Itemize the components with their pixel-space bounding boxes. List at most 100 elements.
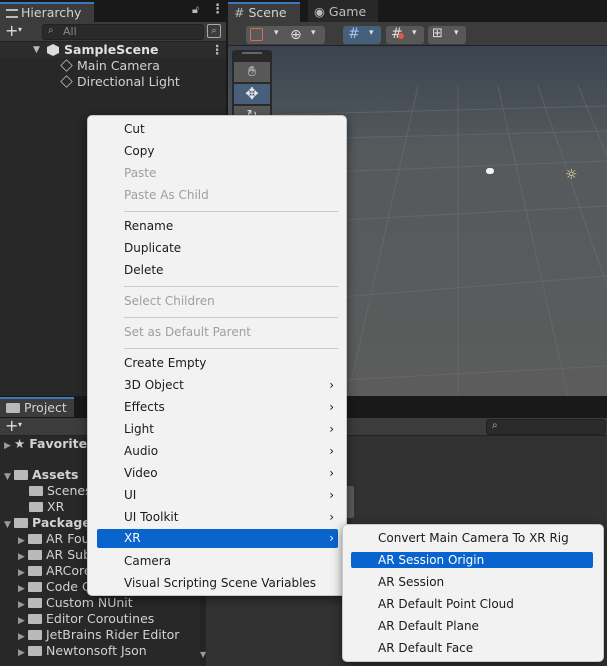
menu-separator [124,211,338,212]
tree-item-label: AR Sub [46,547,92,562]
menu-item-ar-session[interactable]: AR Session [351,572,593,592]
hierarchy-search-placeholder: All [63,25,77,38]
lock-icon[interactable]: 🔓︎ [192,3,199,17]
submenu-arrow-icon: › [329,466,334,480]
menu-item-ar-default-point-cloud[interactable]: AR Default Point Cloud [351,594,593,614]
menu-item-ui-toolkit[interactable]: UI Toolkit › [97,507,338,527]
folder-icon [28,566,42,576]
menu-item-select-children: Select Children [97,291,338,311]
menu-item-audio[interactable]: Audio › [97,441,338,461]
move-icon[interactable]: ✥ [234,84,270,104]
chevron-down-icon[interactable]: ▾ [18,420,22,429]
menu-item-3d-object[interactable]: 3D Object › [97,375,338,395]
menu-item-light[interactable]: Light › [97,419,338,439]
menu-item-label: Cut [124,122,145,136]
game-tab-label: Game [328,4,367,19]
tab-game[interactable]: ◉ Game [308,0,378,22]
grid-icon: # [348,26,360,42]
scene-toolbar: ▾ ⊕ ▾ # ▾ # ▾ ⊞ ▾ [228,22,607,46]
hierarchy-search-input[interactable]: ⌕ All [42,24,204,40]
menu-item-rename[interactable]: Rename [97,216,338,236]
menu-item-ui[interactable]: UI › [97,485,338,505]
menu-item-cut[interactable]: Cut [97,119,338,139]
tree-item-label: XR [47,499,65,514]
add-icon[interactable]: + [5,22,18,40]
chevron-down-icon[interactable]: ▾ [18,25,22,34]
incremental-snap-button[interactable]: ⊞ ▾ [428,26,466,44]
xr-submenu: Convert Main Camera To XR Rig AR Session… [342,524,604,662]
snap-increment-button[interactable]: # ▾ [386,26,424,44]
folder-icon [28,646,42,656]
menu-item-label: Visual Scripting Scene Variables [124,576,317,590]
overlay-handle[interactable] [242,52,262,54]
tab-project[interactable]: Project [0,397,74,417]
menu-item-xr[interactable]: XR › [97,529,338,548]
tree-item-label: Code C [46,579,91,594]
menu-item-visual-scripting-scene-variables[interactable]: Visual Scripting Scene Variables [97,573,338,593]
menu-item-effects[interactable]: Effects › [97,397,338,417]
search-icon: ⌕ [48,25,54,36]
hierarchy-row-samplescene[interactable]: ▼ SampleScene ⋮ [0,42,226,58]
folder-icon [29,486,43,496]
tab-hierarchy[interactable]: Hierarchy [0,2,94,22]
search-by-type-icon[interactable]: ⌕ [207,24,221,38]
menu-item-ar-default-plane[interactable]: AR Default Plane [351,616,593,636]
menu-item-label: Audio [124,444,159,458]
more-vert-icon[interactable]: ⋮ [211,2,224,17]
hierarchy-row-directional-light[interactable]: Directional Light [0,74,226,90]
camera-gizmo-icon[interactable] [486,168,494,174]
grid-snap-button[interactable]: # ▾ [343,26,381,44]
menu-separator [124,317,338,318]
tree-item-xr[interactable]: XR [29,499,64,515]
menu-item-video[interactable]: Video › [97,463,338,483]
menu-item-label: AR Session Origin [378,553,485,567]
scroll-down-icon[interactable]: ▼ [200,650,206,659]
menu-item-label: Create Empty [124,356,207,370]
tree-item-favorites[interactable]: ▶ ★ Favorites [4,436,95,454]
menu-item-create-empty[interactable]: Create Empty [97,353,338,373]
hierarchy-row-main-camera[interactable]: Main Camera [0,58,226,74]
hierarchy-tabbar: Hierarchy 🔓︎ ⋮ [0,0,226,22]
menu-item-ar-default-face[interactable]: AR Default Face [351,638,593,658]
tree-item-scenes[interactable]: Scenes [29,483,92,499]
menu-item-label: Rename [124,219,174,233]
more-vert-icon[interactable]: ⋮ [211,42,224,58]
menu-item-label: AR Session [378,575,445,589]
menu-item-camera[interactable]: Camera [97,551,338,571]
menu-item-label: Delete [124,263,164,277]
light-gizmo-icon[interactable]: ☼ [565,167,578,183]
chevron-down-icon: ▾ [454,28,459,38]
tree-item-label: JetBrains Rider Editor [46,627,180,642]
menu-item-paste-as-child: Paste As Child [97,185,338,205]
menu-item-label: Light [124,422,154,436]
hand-icon[interactable]: ✋︎ [234,62,270,82]
menu-item-ar-session-origin[interactable]: AR Session Origin [351,552,593,568]
menu-item-label: Video [124,466,158,480]
asset-thumbnail[interactable] [346,486,354,518]
menu-item-label: AR Default Point Cloud [378,597,514,611]
expand-arrow-icon[interactable]: ▼ [33,42,40,58]
tab-scene[interactable]: # Scene [228,2,300,22]
menu-item-delete[interactable]: Delete [97,260,338,280]
menu-item-paste: Paste [97,163,338,183]
snap-dot-icon [398,33,404,39]
menu-item-convert-main-camera[interactable]: Convert Main Camera To XR Rig [351,528,593,548]
add-icon[interactable]: + [5,416,18,435]
menu-item-label: Paste As Child [124,188,209,202]
project-search-input[interactable]: ⌕ [486,419,606,435]
menu-item-copy[interactable]: Copy [97,141,338,161]
folder-icon [28,630,42,640]
scene-tab-icon: # [234,5,245,20]
gizmo-globe-button[interactable]: ⊕ ▾ [285,26,325,44]
expand-arrow-icon: ▼ [4,520,11,530]
menu-item-duplicate[interactable]: Duplicate [97,238,338,258]
menu-item-label: Paste [124,166,157,180]
hierarchy-tab-icon [6,9,18,18]
draw-mode-button[interactable]: ▾ [246,26,288,44]
submenu-arrow-icon: › [329,531,334,545]
folder-icon [28,582,42,592]
tree-item-package[interactable]: ▶ Newtonsoft Json [18,643,147,661]
menu-item-label: Set as Default Parent [124,325,252,339]
globe-icon: ⊕ [290,27,302,43]
folder-icon [14,470,28,480]
